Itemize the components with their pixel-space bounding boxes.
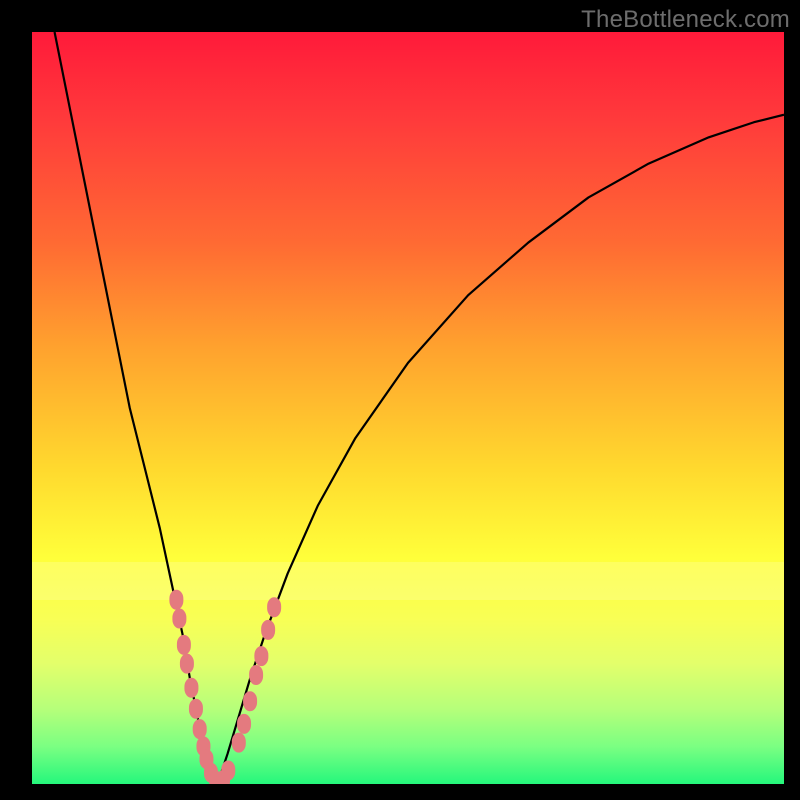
data-point-marker [243,691,257,711]
data-point-marker [267,597,281,617]
data-point-marker [177,635,191,655]
data-point-marker [169,590,183,610]
data-point-marker [193,719,207,739]
data-point-marker [254,646,268,666]
data-point-marker [249,665,263,685]
chart-svg [32,32,784,784]
highlight-band [32,562,784,600]
data-point-marker [172,609,186,629]
data-point-marker [209,771,223,784]
data-point-marker [204,763,218,783]
data-point-marker [221,760,235,780]
chart-frame: TheBottleneck.com [0,0,800,800]
data-point-marker [216,770,230,784]
curve-left-branch [55,32,217,784]
watermark-text: TheBottleneck.com [581,6,790,34]
data-point-marker [199,749,213,769]
curve-right-branch [216,115,784,784]
data-point-marker [237,714,251,734]
marker-group [169,590,281,784]
data-point-marker [196,736,210,756]
data-point-marker [180,654,194,674]
data-point-marker [189,699,203,719]
plot-area [32,32,784,784]
data-point-marker [261,620,275,640]
data-point-marker [232,733,246,753]
data-point-marker [184,678,198,698]
